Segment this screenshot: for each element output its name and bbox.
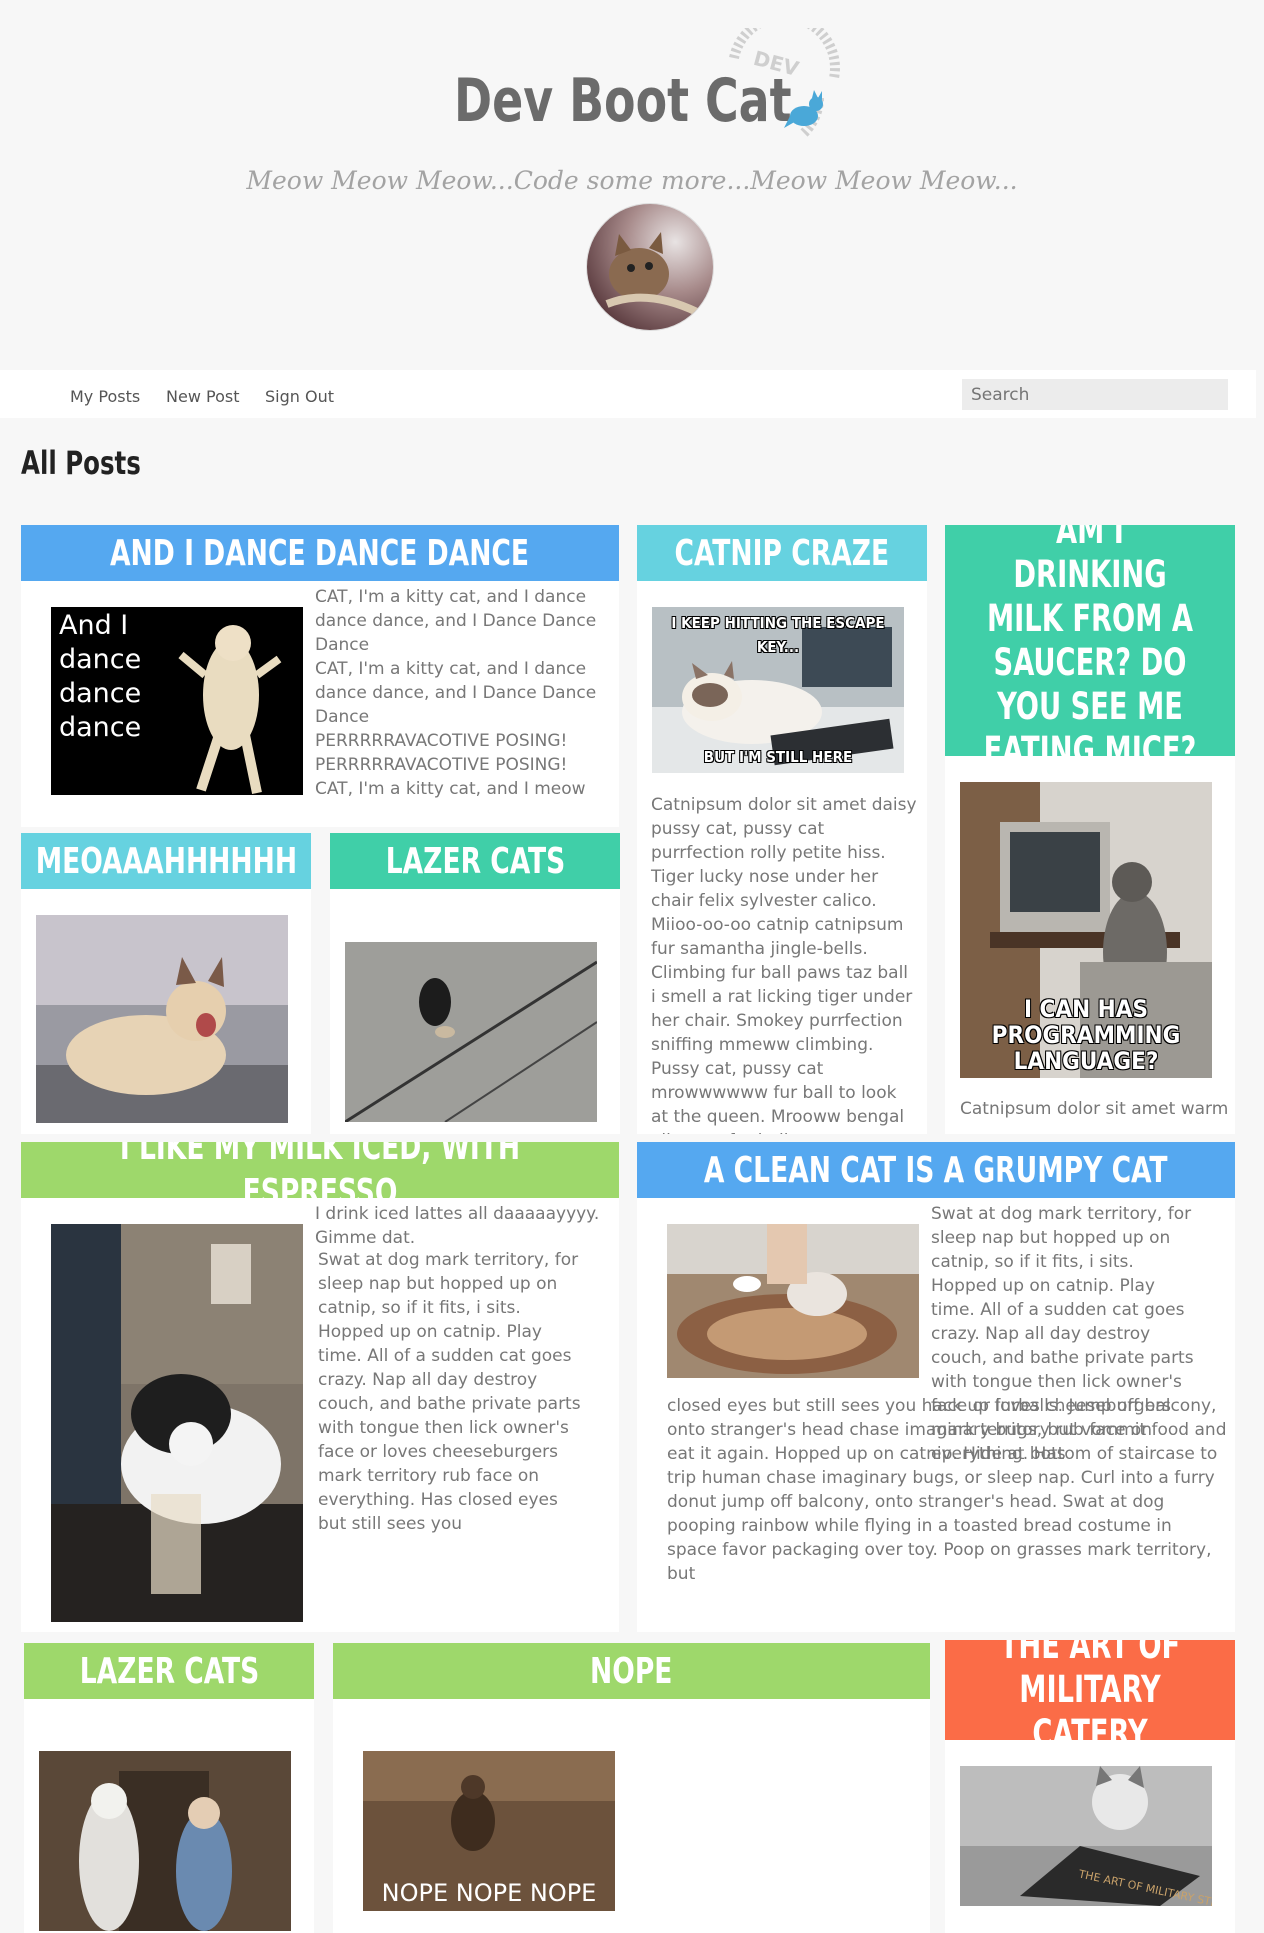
post-title[interactable]: And I Dance Dance Dance [21, 525, 619, 581]
page-title: All Posts [21, 444, 141, 482]
post-body: Swat at dog mark territory, for sleep na… [318, 1250, 581, 1534]
post-card[interactable]: Catnip Craze I KEEP HITTING THE ESCAPE K… [637, 525, 927, 1134]
avatar[interactable] [586, 203, 714, 331]
post-image: THE ART OF MILITARY STRATEGY [960, 1766, 1212, 1906]
post-title[interactable]: The art of military catery [945, 1640, 1235, 1755]
post-image [667, 1224, 919, 1378]
post-title[interactable]: Nope [333, 1643, 930, 1699]
image-caption-bottom: BUT I'M STILL HERE [703, 748, 853, 766]
image-caption: NOPE NOPE NOPE [381, 1879, 597, 1907]
post-card[interactable]: The art of military catery THE ART OF MI… [945, 1640, 1235, 1933]
post-image: I CAN HAS PROGRAMMING LANGUAGE? [960, 782, 1212, 1078]
post-body: CAT, I'm a kitty cat, and I dance dance … [315, 587, 597, 799]
image-caption: And I dance dance dance [59, 610, 142, 743]
post-title[interactable]: Lazer Cats [24, 1643, 314, 1699]
image-caption-top: I KEEP HITTING THE ESCAPE KEY... [671, 614, 885, 656]
post-image [39, 1751, 291, 1931]
post-card[interactable]: A clean cat is a grumpy cat Swat at dog … [637, 1142, 1235, 1632]
nav-sign-out[interactable]: Sign Out [265, 387, 334, 406]
site-header: Dev Boot Cat DEV Meow Meow Meow...Code s… [0, 0, 1264, 370]
post-title[interactable]: Lazer Cats [330, 833, 620, 889]
search-input[interactable] [962, 379, 1228, 410]
post-title[interactable]: Meoaaahhhhhh [21, 833, 311, 889]
post-body: closed eyes but still sees you hack up f… [667, 1396, 1227, 1584]
post-card[interactable]: I like my milk iced, with espresso I dri… [21, 1142, 619, 1632]
post-title[interactable]: Catnip Craze [637, 525, 927, 581]
post-body: Catnipsum dolor sit amet warm [960, 1099, 1229, 1119]
navbar: My Posts New Post Sign Out [0, 370, 1256, 418]
post-image: And I dance dance dance [51, 607, 303, 795]
logo-text: DEV [751, 46, 802, 81]
post-image [36, 915, 288, 1123]
post-lead: I drink iced lattes all daaaaayyyy. Gimm… [315, 1204, 600, 1248]
nav-my-posts[interactable]: My Posts [70, 387, 140, 406]
post-card[interactable]: And I Dance Dance Dance And I dance danc… [21, 525, 619, 827]
site-tagline: Meow Meow Meow...Code some more...Meow M… [246, 166, 1018, 195]
image-caption: I CAN HAS PROGRAMMING LANGUAGE? [991, 995, 1181, 1075]
post-image [51, 1224, 303, 1622]
post-card[interactable]: Lazer Cats [24, 1643, 314, 1933]
post-card[interactable]: Nope NOPE NOPE NOPE [333, 1643, 930, 1933]
post-title[interactable]: Am I drinking milk from a saucer? Do you… [945, 525, 1235, 772]
nav-new-post[interactable]: New Post [166, 387, 239, 406]
post-card[interactable]: Lazer Cats [330, 833, 620, 1134]
post-title[interactable]: I like my milk iced, with espresso [21, 1142, 619, 1213]
post-card[interactable]: Meoaaahhhhhh [21, 833, 311, 1134]
post-image: NOPE NOPE NOPE [363, 1751, 615, 1911]
post-card[interactable]: Am I drinking milk from a saucer? Do you… [945, 525, 1235, 1134]
post-image: I KEEP HITTING THE ESCAPE KEY... BUT I'M… [652, 607, 904, 773]
paw-logo-icon: DEV [729, 28, 840, 137]
post-image [345, 942, 597, 1122]
post-title[interactable]: A clean cat is a grumpy cat [637, 1142, 1235, 1198]
post-body: Catnipsum dolor sit amet daisy pussy cat… [651, 795, 917, 1134]
